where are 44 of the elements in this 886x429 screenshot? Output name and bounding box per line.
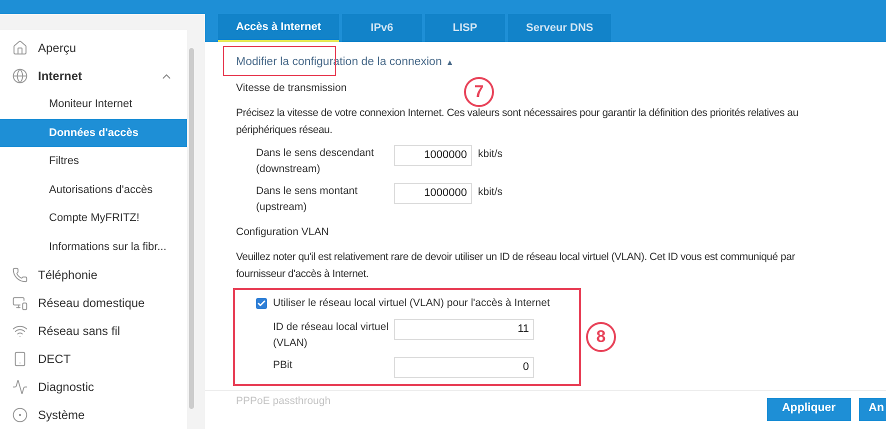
callout-number: 7: [464, 77, 494, 107]
pulse-icon: [12, 379, 28, 395]
monitors-icon: [12, 295, 28, 311]
sidebar-subitem[interactable]: Moniteur Internet: [0, 90, 187, 118]
sidebar-subitem[interactable]: Données d'accès: [0, 118, 187, 147]
checkbox[interactable]: [256, 298, 267, 310]
field-label: Dans le sens descendant (downstream): [256, 146, 375, 177]
sidebar-item[interactable]: DECT: [0, 345, 187, 373]
field-label: PBit: [273, 358, 294, 372]
home-icon: [12, 40, 28, 56]
input-field[interactable]: 0: [394, 356, 534, 378]
input-field[interactable]: 1000000: [394, 183, 472, 204]
action-button[interactable]: An: [858, 398, 886, 420]
sidebar-subitem[interactable]: Filtres: [0, 147, 187, 176]
checkbox-label: Utiliser le réseau local virtuel (VLAN) pour l'accès à Internet: [273, 296, 550, 311]
callout-number: 8: [586, 322, 616, 352]
section-heading: Vitesse de transmission: [236, 81, 347, 96]
scrollbar[interactable]: [189, 48, 194, 409]
sidebar-item[interactable]: Téléphonie: [0, 261, 187, 289]
tab[interactable]: Accès à Internet: [218, 14, 339, 42]
sidebar-subitem[interactable]: Autorisations d'accès: [0, 176, 187, 204]
sidebar-item[interactable]: Réseau domestique: [0, 289, 187, 317]
sidebar-item[interactable]: Aperçu: [0, 34, 187, 62]
sidebar-subitem[interactable]: Compte MyFRITZ!: [0, 204, 187, 232]
sidebar-item[interactable]: Réseau sans fil: [0, 317, 187, 345]
sidebar-item[interactable]: Internet: [0, 62, 187, 90]
unit-label: kbit/s: [478, 185, 503, 200]
sidebar-item[interactable]: Diagnostic: [0, 373, 187, 401]
section-heading: Configuration VLAN: [236, 225, 329, 240]
sidebar-item[interactable]: Système: [0, 401, 187, 429]
sidebar-subitem[interactable]: Informations sur la fibr...: [0, 232, 187, 261]
section-heading: PPPoE passthrough: [236, 394, 331, 408]
input-field[interactable]: 11: [394, 318, 534, 340]
input-field[interactable]: 1000000: [394, 145, 472, 166]
phone-icon: [12, 267, 28, 283]
unit-label: kbit/s: [478, 147, 503, 162]
action-button[interactable]: Appliquer: [766, 398, 851, 420]
globe-icon: [12, 68, 28, 84]
dot-circle-icon: [12, 407, 28, 423]
field-label: ID de réseau local virtuel (VLAN): [273, 320, 390, 350]
paragraph: Veuillez noter qu'il est relativement rare de devoir utiliser un ID de réseau local virtuel (VLAN). Cet ID vous est communiqué par fournisseur d'accès à Internet.: [236, 250, 796, 282]
paragraph: Précisez la vitesse de votre connexion Internet. Ces valeurs sont nécessaires pour garantir la définition des priorités relatives au périphériques réseau.: [236, 106, 800, 138]
field-label: Dans le sens montant (upstream): [256, 184, 359, 215]
handset-icon: [12, 351, 28, 367]
